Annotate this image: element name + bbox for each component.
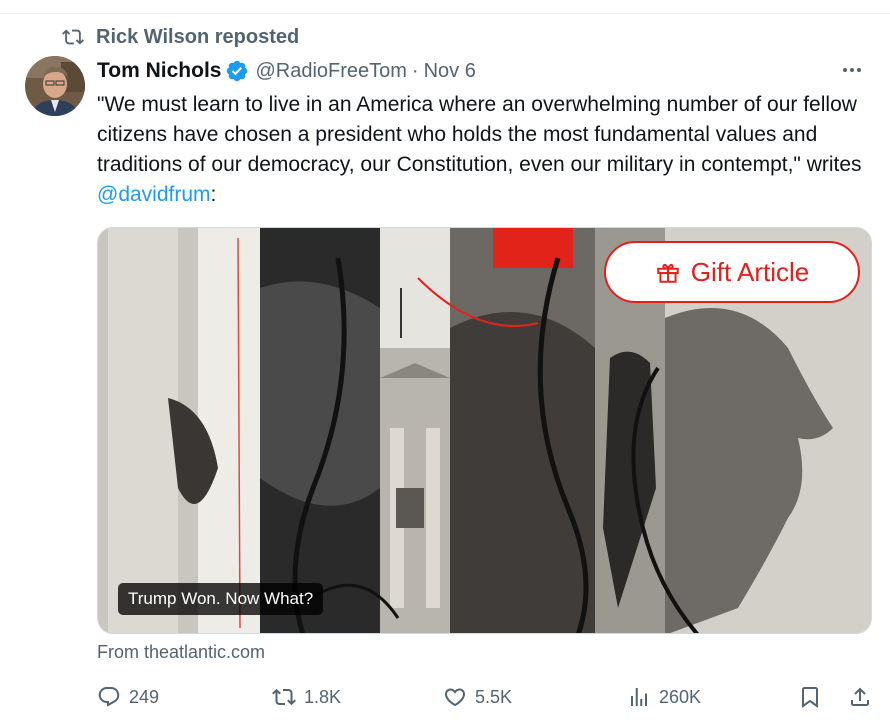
card-source[interactable]: From theatlantic.com bbox=[97, 640, 265, 664]
like-icon bbox=[444, 688, 466, 707]
repost-count: 1.8K bbox=[304, 686, 342, 707]
verified-badge-icon bbox=[227, 60, 248, 82]
repost-icon bbox=[272, 688, 296, 706]
views-count: 260K bbox=[659, 686, 702, 707]
avatar[interactable] bbox=[25, 56, 85, 116]
reply-button[interactable]: 249 bbox=[97, 680, 159, 714]
mention-link[interactable]: @davidfrum bbox=[97, 183, 211, 206]
separator-dot: · bbox=[411, 59, 419, 82]
more-options-icon[interactable] bbox=[836, 60, 868, 80]
like-count: 5.5K bbox=[475, 686, 513, 707]
repost-button[interactable]: 1.8K bbox=[272, 680, 341, 714]
post-header: Tom Nichols @RadioFreeTom · Nov 6 bbox=[97, 56, 476, 86]
repost-context[interactable]: Rick Wilson reposted bbox=[62, 24, 299, 50]
share-icon bbox=[851, 687, 869, 706]
views-icon bbox=[631, 688, 647, 706]
reply-icon bbox=[98, 687, 120, 707]
repost-icon bbox=[62, 29, 84, 45]
post-date[interactable]: Nov 6 bbox=[424, 60, 476, 83]
repost-label: Rick Wilson reposted bbox=[96, 25, 300, 48]
share-button[interactable] bbox=[848, 680, 872, 714]
gift-icon bbox=[657, 263, 679, 283]
bookmark-icon bbox=[802, 687, 818, 708]
tweet-text-body: "We must learn to live in an America whe… bbox=[97, 93, 862, 176]
tweet-text-end: : bbox=[210, 183, 217, 206]
author-name[interactable]: Tom Nichols bbox=[97, 59, 221, 83]
bookmark-button[interactable] bbox=[798, 680, 822, 714]
card-title: Trump Won. Now What? bbox=[118, 583, 324, 615]
reply-count: 249 bbox=[129, 686, 160, 707]
views-button[interactable]: 260K bbox=[627, 680, 701, 714]
like-button[interactable]: 5.5K bbox=[443, 680, 512, 714]
link-card[interactable]: Gift Article Trump Won. Now What? bbox=[97, 227, 872, 634]
action-bar: 249 1.8K 5.5K 260K bbox=[97, 680, 872, 714]
tweet-text: "We must learn to live in an America whe… bbox=[97, 90, 872, 210]
gift-article-label: Gift Article bbox=[690, 256, 810, 287]
gift-article-button[interactable]: Gift Article bbox=[604, 241, 860, 303]
timeline-divider bbox=[0, 0, 890, 14]
author-handle[interactable]: @RadioFreeTom bbox=[255, 60, 406, 83]
